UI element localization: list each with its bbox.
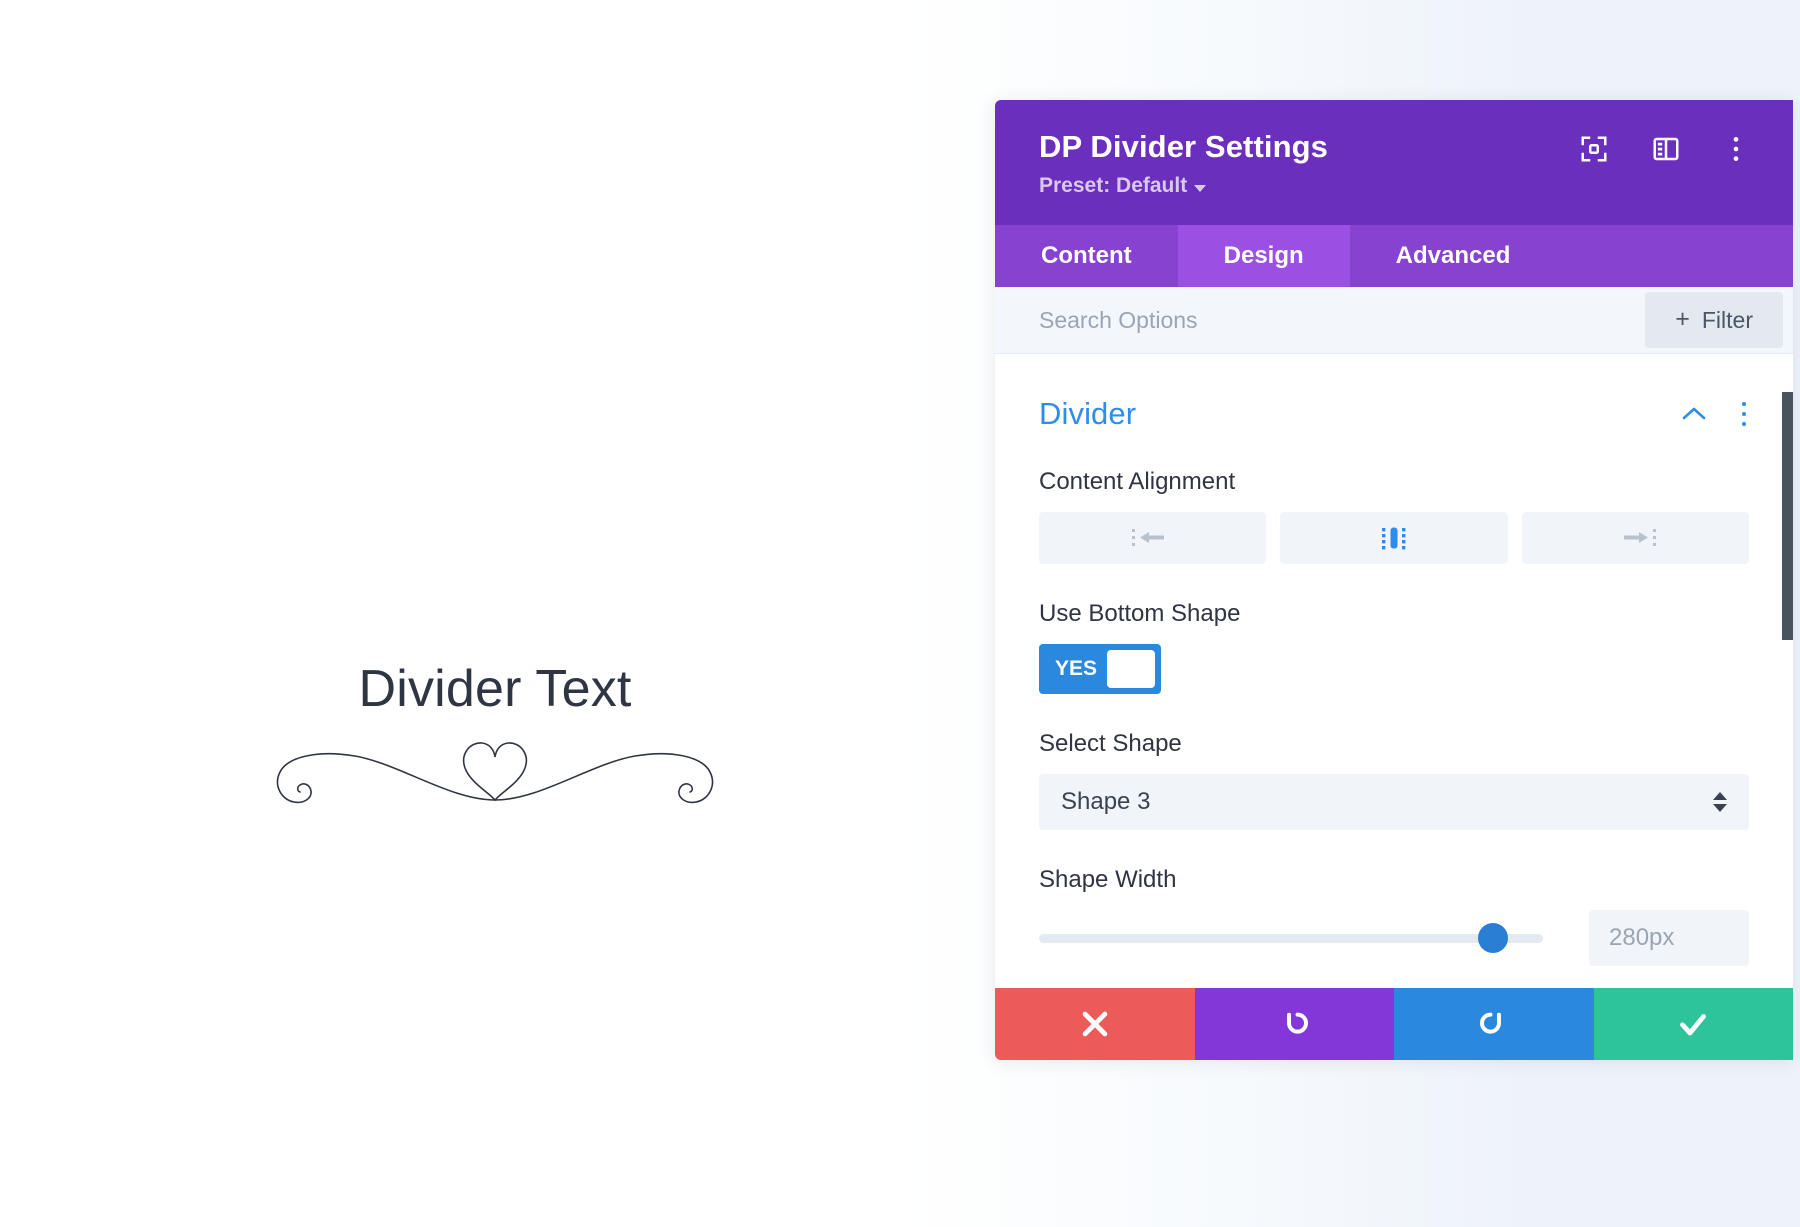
field-select-shape: Select Shape Shape 3 xyxy=(1039,730,1749,830)
align-right-button[interactable] xyxy=(1521,512,1749,564)
search-input[interactable] xyxy=(995,287,1646,353)
align-left-button[interactable] xyxy=(1039,512,1267,564)
modal-tabs: Content Design Advanced xyxy=(995,225,1793,287)
toggle-knob xyxy=(1107,650,1155,688)
save-button[interactable] xyxy=(1593,988,1793,1060)
align-left-icon xyxy=(1131,529,1164,546)
scrollbar-track[interactable] xyxy=(1782,354,1793,988)
section-more-vertical-icon[interactable] xyxy=(1739,400,1749,428)
chevron-down-icon xyxy=(1194,184,1207,192)
filter-button-label: Filter xyxy=(1701,306,1753,333)
focus-target-icon[interactable] xyxy=(1579,134,1609,164)
align-center-button[interactable] xyxy=(1280,512,1508,564)
redo-button[interactable] xyxy=(1394,988,1594,1060)
modal-header: DP Divider Settings Preset: Default xyxy=(995,100,1793,225)
align-right-icon xyxy=(1624,529,1657,546)
shape-width-input[interactable] xyxy=(1589,910,1749,966)
preset-label: Preset: Default xyxy=(1039,174,1188,198)
field-use-bottom-shape: Use Bottom Shape YES xyxy=(1039,600,1749,694)
shape-width-slider[interactable] xyxy=(1039,918,1589,958)
section-divider-header: Divider xyxy=(1039,354,1749,432)
scrollbar-thumb[interactable] xyxy=(1782,392,1793,640)
content-alignment-label: Content Alignment xyxy=(1039,468,1236,495)
shape-width-row xyxy=(1039,910,1749,966)
redo-icon xyxy=(1479,1012,1501,1034)
tab-content[interactable]: Content xyxy=(995,225,1178,287)
field-content-alignment: Content Alignment xyxy=(1039,468,1749,564)
panel-layout-icon[interactable] xyxy=(1651,134,1681,164)
tab-advanced[interactable]: Advanced xyxy=(1349,225,1557,287)
undo-icon xyxy=(1287,1012,1309,1034)
field-shape-width: Shape Width xyxy=(1039,866,1749,966)
slider-track xyxy=(1039,923,1543,953)
heart-flourish-icon xyxy=(276,741,714,803)
plus-icon: + xyxy=(1675,304,1690,333)
modal-header-actions xyxy=(1579,134,1749,164)
shape-width-label: Shape Width xyxy=(1039,866,1177,893)
select-shape-wrapper: Shape 3 xyxy=(1039,774,1749,830)
cancel-button[interactable] xyxy=(995,988,1195,1060)
divider-ornament xyxy=(0,730,990,810)
search-options-row: + Filter xyxy=(995,287,1793,354)
use-bottom-shape-toggle[interactable]: YES xyxy=(1039,644,1161,694)
modal-footer xyxy=(995,988,1793,1060)
modal-body: Divider Content Alignment Use Bottom Sha… xyxy=(995,354,1793,988)
chevron-up-icon[interactable] xyxy=(1679,403,1709,425)
section-title: Divider xyxy=(1039,396,1137,431)
preset-selector[interactable]: Preset: Default xyxy=(1039,174,1207,198)
content-alignment-group xyxy=(1039,512,1749,564)
select-shape-value: Shape 3 xyxy=(1061,788,1151,815)
divider-module-preview: Divider Text xyxy=(0,660,990,810)
undo-button[interactable] xyxy=(1194,988,1394,1060)
toggle-state-label: YES xyxy=(1055,657,1098,680)
dp-divider-settings-modal: DP Divider Settings Preset: Default Cont… xyxy=(995,100,1793,1060)
more-vertical-icon[interactable] xyxy=(1723,134,1749,164)
slider-handle[interactable] xyxy=(1477,923,1508,953)
select-shape-dropdown[interactable]: Shape 3 xyxy=(1039,774,1749,830)
divider-text: Divider Text xyxy=(358,660,632,718)
close-icon xyxy=(1082,1011,1108,1037)
align-center-icon xyxy=(1381,527,1406,550)
filter-button[interactable]: + Filter xyxy=(1645,292,1783,348)
select-shape-label: Select Shape xyxy=(1039,730,1182,757)
tab-design[interactable]: Design xyxy=(1177,225,1350,287)
section-actions xyxy=(1679,400,1749,428)
check-icon xyxy=(1680,1014,1707,1036)
use-bottom-shape-label: Use Bottom Shape xyxy=(1039,600,1241,627)
